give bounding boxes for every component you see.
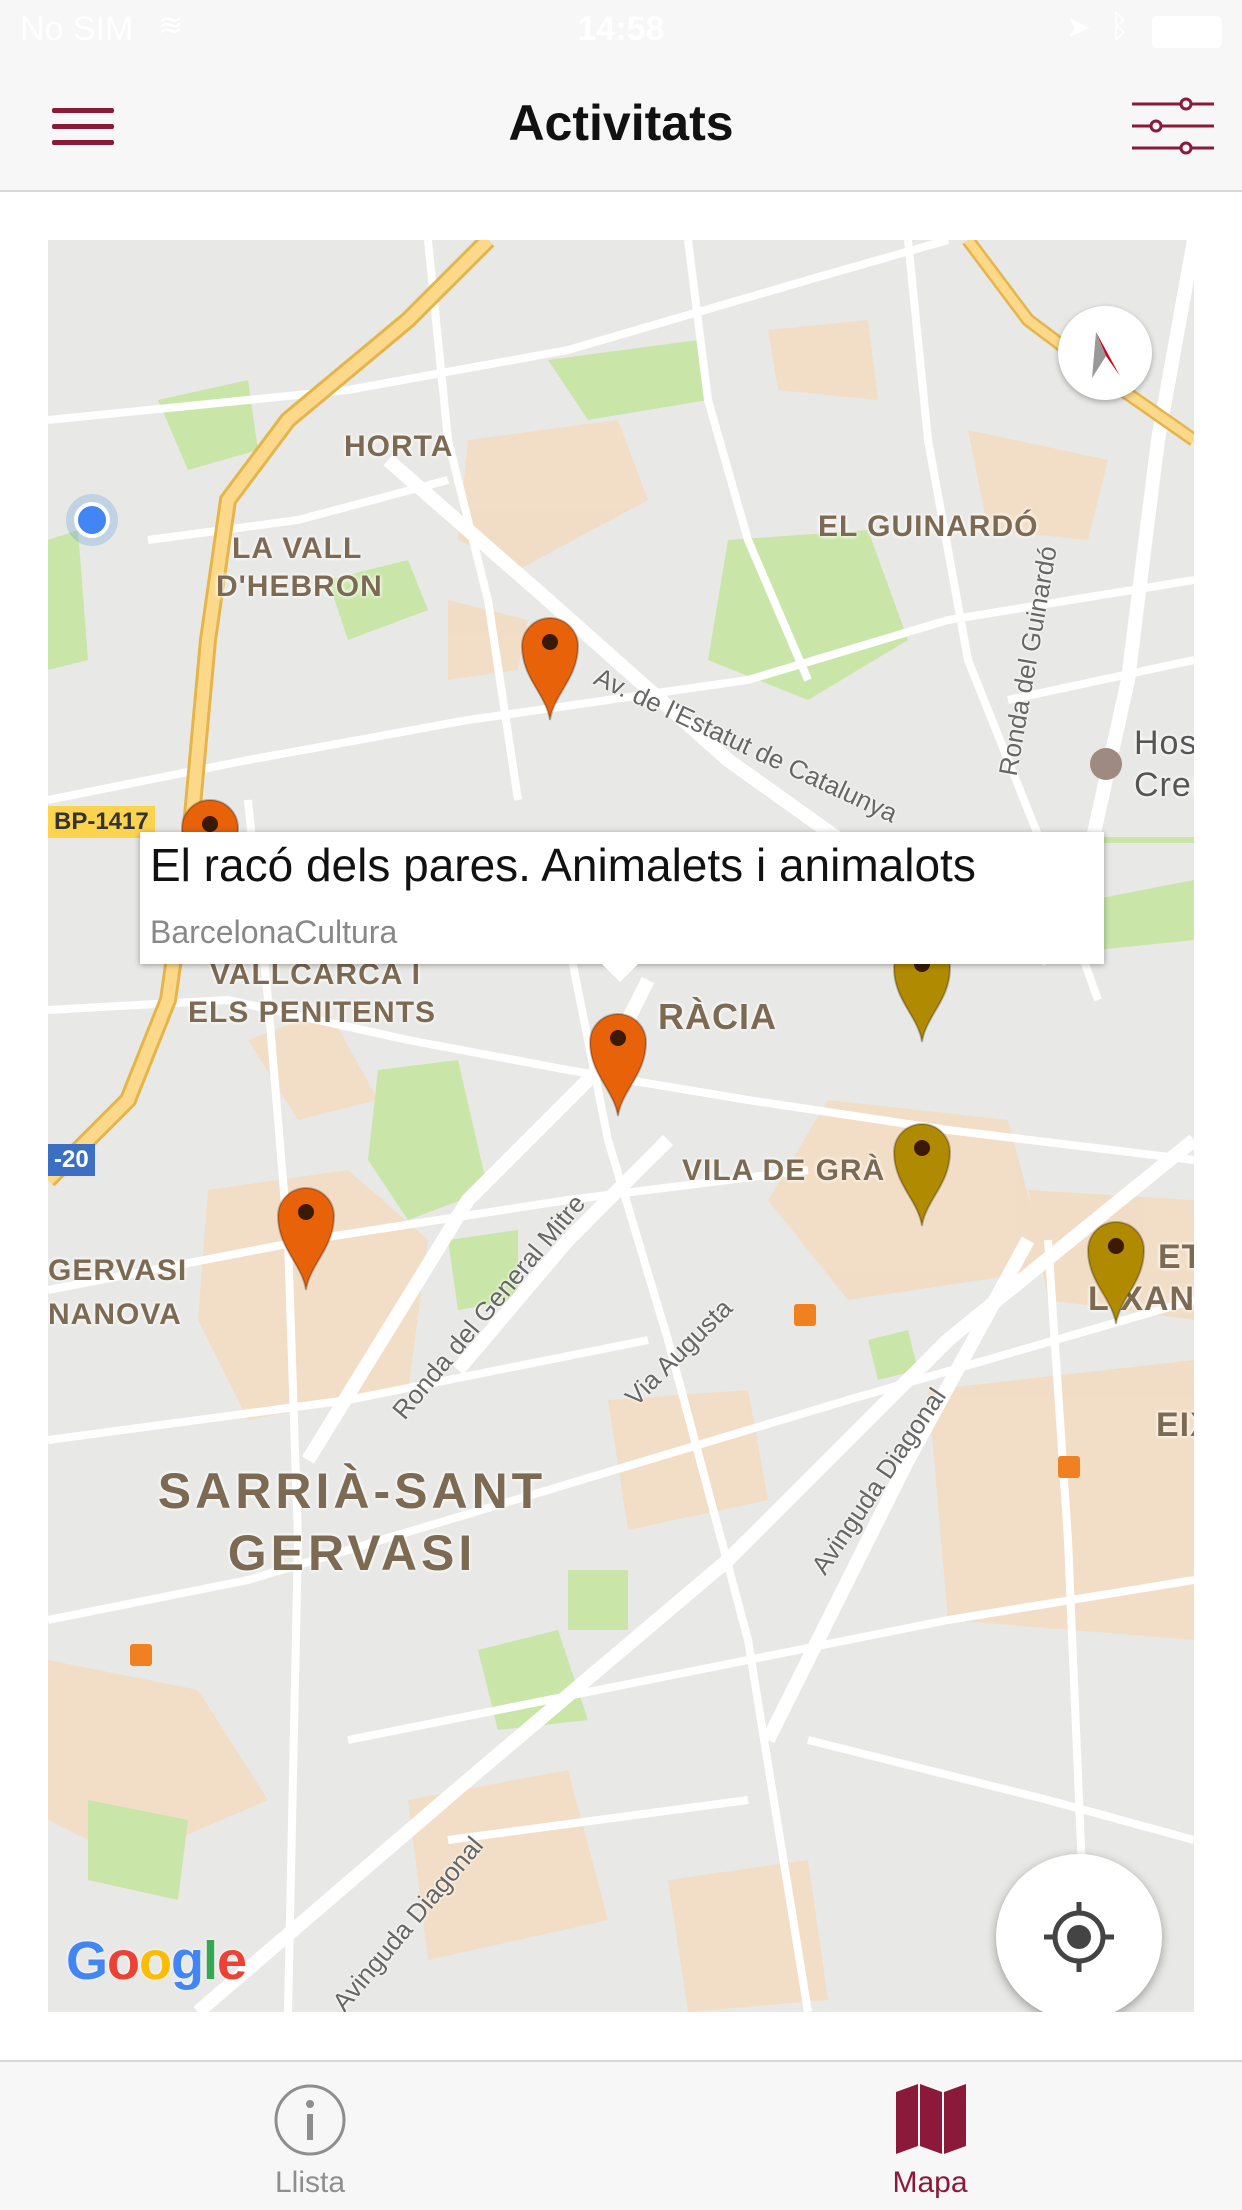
map-pin-orange-selected[interactable] bbox=[586, 1004, 650, 1120]
google-logo-letter: g bbox=[171, 1931, 204, 1991]
road-shield-c20: -20 bbox=[48, 1144, 95, 1176]
district-label-eixample-3: EIX bbox=[1156, 1406, 1194, 1444]
district-label-vila-gracia: VILA DE GRÀ bbox=[682, 1154, 886, 1187]
google-logo-letter: o bbox=[139, 1931, 172, 1991]
google-logo-letter: G bbox=[66, 1931, 108, 1991]
poi-label-hospital-2: Creu bbox=[1134, 766, 1194, 804]
district-label-guinardo: EL GUINARDÓ bbox=[818, 510, 1039, 543]
google-logo-letter: o bbox=[107, 1931, 140, 1991]
filter-button[interactable] bbox=[1128, 92, 1218, 162]
map-view[interactable]: HORTA LA VALL D'HEBRON EL GUINARDÓ VALLC… bbox=[48, 240, 1194, 2012]
callout-title: El racó dels pares. Animalets i animalot… bbox=[150, 839, 976, 891]
district-label-gracia: RÀCIA bbox=[658, 996, 777, 1037]
google-logo-letter: l bbox=[203, 1931, 218, 1991]
map-pin-gold[interactable] bbox=[890, 1114, 954, 1230]
district-label-sarria: SARRIÀ-SANT GERVASI bbox=[152, 1460, 552, 1584]
compass-icon bbox=[1092, 332, 1120, 378]
district-label-vall-hebron-2: D'HEBRON bbox=[216, 570, 383, 603]
district-label-nanova: NANOVA bbox=[48, 1298, 182, 1331]
location-arrow-icon: ➤ bbox=[1066, 11, 1092, 44]
poi-label-hospital-1: Hos bbox=[1134, 724, 1194, 762]
map-base bbox=[48, 240, 1194, 2012]
clock: 14:58 bbox=[577, 10, 665, 48]
crosshair-icon bbox=[1044, 1902, 1114, 1972]
battery-icon bbox=[1152, 16, 1222, 48]
bluetooth-icon: ᛒ bbox=[1110, 8, 1130, 44]
district-label-vallcarca-2: ELS PENITENTS bbox=[188, 996, 437, 1029]
pin-callout[interactable]: El racó dels pares. Animalets i animalot… bbox=[140, 832, 1104, 982]
tab-mapa[interactable]: Mapa bbox=[780, 2062, 1080, 2210]
map-pin-gold[interactable] bbox=[1084, 1212, 1148, 1328]
map-pin-orange[interactable] bbox=[518, 608, 582, 724]
tab-llista[interactable]: Llista bbox=[160, 2062, 460, 2210]
info-icon bbox=[274, 2084, 346, 2156]
district-label-sarria-1: SARRIÀ-SANT bbox=[157, 1463, 547, 1519]
tab-bar: Llista Mapa bbox=[0, 2060, 1242, 2210]
callout-arrow bbox=[602, 964, 638, 982]
district-label-horta: HORTA bbox=[344, 430, 454, 463]
status-bar: No SIM ≋ 14:58 ➤ ᛒ bbox=[0, 0, 1242, 60]
map-icon bbox=[896, 2084, 966, 2154]
page-title: Activitats bbox=[508, 95, 734, 151]
map-pin-orange[interactable] bbox=[274, 1178, 338, 1294]
filter-sliders-icon bbox=[1132, 97, 1214, 155]
google-logo-letter: e bbox=[217, 1931, 247, 1991]
district-label-gervasi: GERVASI bbox=[48, 1254, 188, 1287]
callout-subtitle: BarcelonaCultura bbox=[150, 914, 398, 950]
compass-button[interactable] bbox=[1058, 306, 1152, 400]
district-label-sarria-2: GERVASI bbox=[227, 1525, 477, 1581]
tab-llista-label: Llista bbox=[274, 2166, 346, 2199]
google-logo: Google bbox=[66, 1930, 247, 1992]
tab-mapa-label: Mapa bbox=[892, 2166, 968, 2199]
road-shield-bp1417: BP-1417 bbox=[48, 806, 155, 838]
district-label-vall-hebron: LA VALL bbox=[232, 532, 363, 565]
district-label-eixample-1: ETA bbox=[1158, 1238, 1194, 1276]
navigation-bar: Activitats bbox=[0, 60, 1242, 192]
my-location-button[interactable] bbox=[996, 1854, 1162, 2012]
